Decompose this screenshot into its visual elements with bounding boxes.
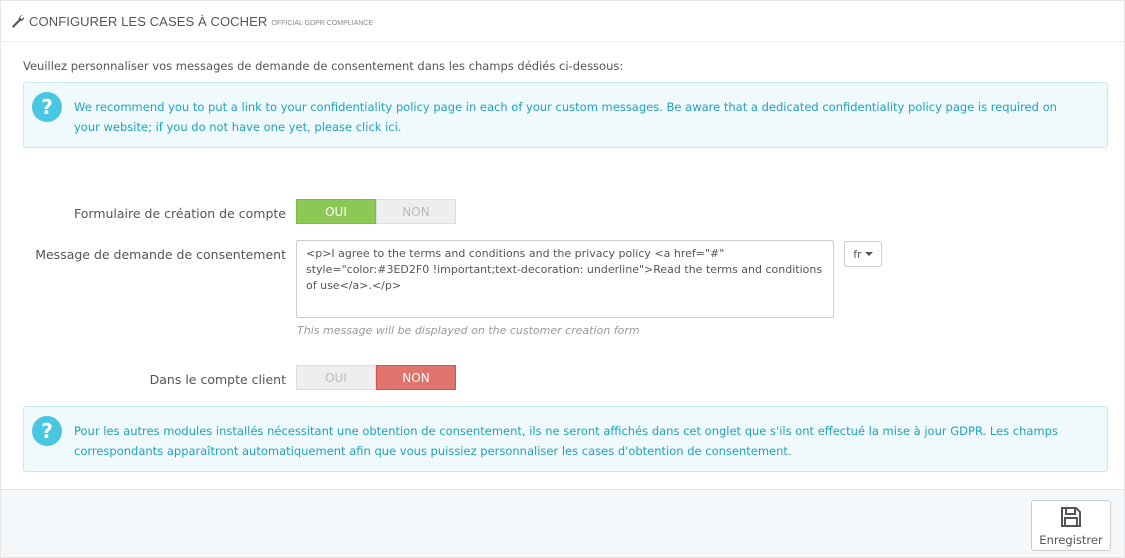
panel-title: Configurer les cases à cocher (29, 13, 268, 29)
panel-footer: Enregistrer (1, 489, 1124, 557)
save-button[interactable]: Enregistrer (1031, 500, 1111, 551)
customer-account-yes[interactable]: OUI (296, 365, 376, 390)
account-creation-switch[interactable]: OUI NON (296, 199, 456, 224)
wrench-icon (12, 15, 25, 28)
info-alert-top: ? We recommend you to put a link to your… (23, 82, 1108, 148)
alert-text: Pour les autres modules installés nécess… (74, 424, 1058, 458)
consent-message-label: Message de demande de consentement (35, 247, 286, 262)
panel-heading: Configurer les cases à cocher Official G… (1, 1, 1124, 42)
save-label: Enregistrer (1039, 532, 1103, 547)
config-panel: Configurer les cases à cocher Official G… (0, 0, 1125, 558)
customer-account-no[interactable]: NON (376, 365, 456, 390)
floppy-disk-icon (1061, 506, 1081, 527)
chevron-down-icon (864, 252, 873, 256)
consent-message-textarea[interactable]: <p>I agree to the terms and conditions a… (296, 240, 834, 318)
customer-account-label: Dans le compte client (149, 372, 286, 387)
question-icon: ? (32, 416, 62, 446)
panel-subtitle: Official GDPR Compliance (271, 19, 374, 27)
account-creation-yes[interactable]: OUI (296, 199, 376, 224)
question-icon: ? (32, 92, 62, 122)
consent-help-text: This message will be displayed on the cu… (297, 324, 640, 337)
alert-text: We recommend you to put a link to your c… (74, 100, 1057, 134)
account-creation-no[interactable]: NON (376, 199, 456, 224)
language-label: fr (853, 247, 862, 261)
account-creation-label: Formulaire de création de compte (74, 206, 286, 221)
language-dropdown[interactable]: fr (844, 241, 882, 267)
customer-account-switch[interactable]: OUI NON (296, 365, 456, 390)
info-alert-bottom: ? Pour les autres modules installés néce… (23, 406, 1108, 472)
intro-text: Veuillez personnaliser vos messages de d… (23, 59, 624, 73)
